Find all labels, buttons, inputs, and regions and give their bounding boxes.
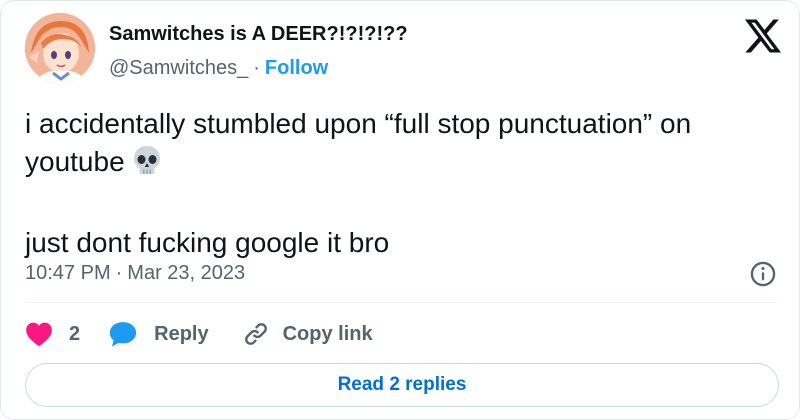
speech-bubble-icon xyxy=(110,322,137,347)
divider xyxy=(25,302,777,303)
author-handle[interactable]: @Samwitches_ xyxy=(109,57,248,79)
tweet-timestamp[interactable]: 10:47 PM · Mar 23, 2023 xyxy=(25,262,245,285)
tweet-time: 10:47 PM xyxy=(25,262,111,284)
heart-icon xyxy=(26,322,52,347)
avatar-image xyxy=(25,13,95,83)
tweet-actions: 2 Reply Copy link xyxy=(25,317,373,351)
tweet-embed-card: Samwitches is A DEER?!?!?!?? @Samwitches… xyxy=(0,0,800,420)
tweet-text: i accidentally stumbled upon “full stop … xyxy=(25,105,765,262)
reply-button[interactable]: Reply xyxy=(108,320,209,348)
tweet-paragraph-2: just dont fucking google it bro xyxy=(25,227,390,258)
handle-separator: · xyxy=(253,57,260,79)
reply-label: Reply xyxy=(154,322,209,345)
x-logo-icon[interactable] xyxy=(745,19,781,53)
like-button[interactable]: 2 xyxy=(25,321,80,347)
copy-link-button[interactable]: Copy link xyxy=(243,321,373,347)
copy-link-label: Copy link xyxy=(282,322,373,345)
timestamp-separator: · xyxy=(115,262,123,284)
info-icon[interactable] xyxy=(749,260,777,288)
link-icon xyxy=(244,323,267,345)
read-replies-button[interactable]: Read 2 replies xyxy=(25,363,779,407)
tweet-line-2: youtube xyxy=(25,146,125,177)
author-display-name[interactable]: Samwitches is A DEER?!?!?!?? xyxy=(109,23,408,46)
tweet-paragraph-1: i accidentally stumbled upon “full stop … xyxy=(25,105,765,186)
tweet-line-1: i accidentally stumbled upon “full stop … xyxy=(25,108,692,139)
like-count: 2 xyxy=(69,322,81,345)
author-handle-row: @Samwitches_ · Follow xyxy=(109,57,328,80)
skull-emoji-icon xyxy=(131,144,163,186)
tweet-date: Mar 23, 2023 xyxy=(127,262,246,284)
follow-button[interactable]: Follow xyxy=(265,57,328,79)
avatar[interactable] xyxy=(25,13,95,83)
